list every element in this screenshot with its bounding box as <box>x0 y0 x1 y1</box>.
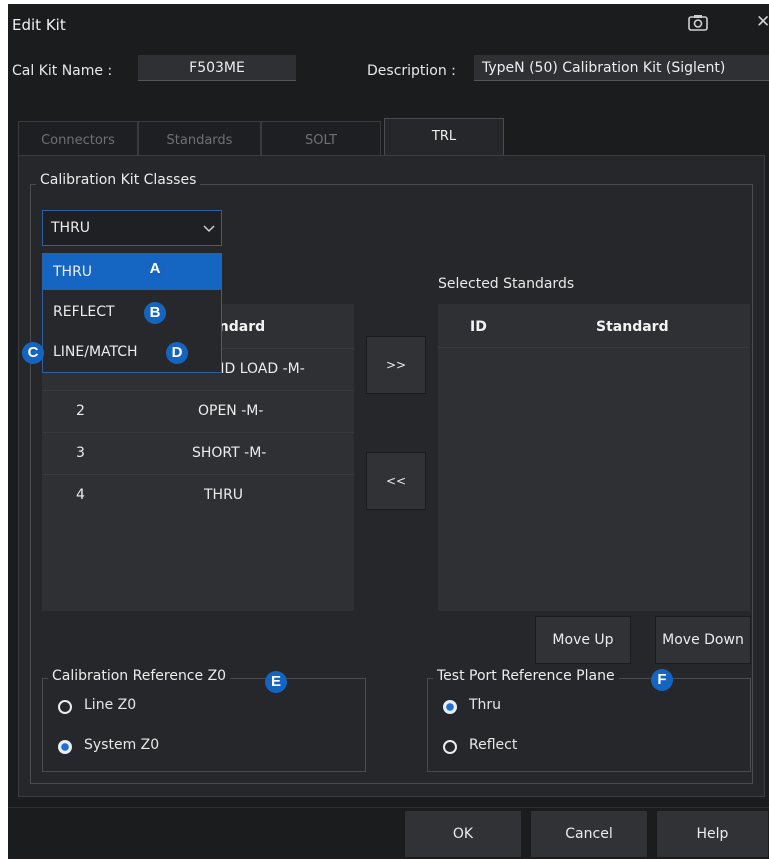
reflect-label: Reflect <box>469 737 518 753</box>
window-title: Edit Kit <box>12 16 66 34</box>
tab-standards[interactable]: Standards <box>138 121 261 155</box>
row-id: 4 <box>76 487 85 503</box>
description-field[interactable]: TypeN (50) Calibration Kit (Siglent) <box>474 55 769 81</box>
class-dropdown-value: THRU <box>51 220 91 236</box>
selected-standards-label: Selected Standards <box>438 276 575 292</box>
help-button[interactable]: Help <box>656 810 769 858</box>
calibration-kit-classes-label: Calibration Kit Classes <box>36 172 201 188</box>
menu-item-thru[interactable]: THRU <box>43 254 221 290</box>
ok-button[interactable]: OK <box>404 810 522 858</box>
test-port-reference-plane-label: Test Port Reference Plane <box>433 668 619 684</box>
thru-radio[interactable] <box>443 700 457 714</box>
row-id: 3 <box>76 445 85 461</box>
camera-icon[interactable] <box>688 14 708 31</box>
line-z0-radio[interactable] <box>58 700 72 714</box>
thru-label: Thru <box>469 697 502 713</box>
table-row[interactable]: 4 THRU <box>42 474 354 516</box>
move-down-button[interactable]: Move Down <box>655 616 751 664</box>
system-z0-radio[interactable] <box>58 740 72 754</box>
remove-standard-button[interactable]: << <box>366 452 426 510</box>
annotation-badge-c: C <box>22 342 44 364</box>
cancel-button[interactable]: Cancel <box>530 810 648 858</box>
close-icon[interactable]: ✕ <box>756 12 769 32</box>
tab-solt[interactable]: SOLT <box>261 121 381 155</box>
row-standard: OPEN -M- <box>198 403 264 419</box>
annotation-badge-a: A <box>144 258 166 280</box>
test-port-reference-plane-group <box>427 678 751 772</box>
annotation-badge-d: D <box>166 342 188 364</box>
selected-id-column-header: ID <box>470 319 487 335</box>
annotation-badge-e: E <box>265 671 287 693</box>
row-standard: THRU <box>204 487 244 503</box>
annotation-badge-f: F <box>651 669 673 691</box>
chevron-down-icon <box>203 225 215 233</box>
table-row[interactable]: 3 SHORT -M- <box>42 432 354 474</box>
row-standard: ND LOAD -M- <box>214 361 305 377</box>
class-dropdown[interactable]: THRU <box>42 210 222 246</box>
system-z0-label: System Z0 <box>84 737 160 753</box>
description-label: Description : <box>367 63 456 79</box>
selected-standard-column-header: Standard <box>596 319 669 335</box>
tab-trl[interactable]: TRL <box>384 118 504 156</box>
line-z0-label: Line Z0 <box>84 697 137 713</box>
class-dropdown-menu: THRU REFLECT LINE/MATCH <box>42 253 222 373</box>
dialog-footer <box>8 807 769 859</box>
edit-kit-window: Edit Kit ✕ Cal Kit Name : F503ME Descrip… <box>8 4 769 859</box>
row-id: 2 <box>76 403 85 419</box>
row-standard: SHORT -M- <box>192 445 267 461</box>
cal-kit-name-field[interactable]: F503ME <box>138 55 296 81</box>
calibration-reference-z0-label: Calibration Reference Z0 <box>48 668 231 684</box>
reflect-radio[interactable] <box>443 740 457 754</box>
table-row[interactable]: 2 OPEN -M- <box>42 390 354 432</box>
menu-item-line-match[interactable]: LINE/MATCH <box>43 334 221 370</box>
cal-kit-name-label: Cal Kit Name : <box>12 63 113 79</box>
menu-item-reflect[interactable]: REFLECT <box>43 294 221 330</box>
move-up-button[interactable]: Move Up <box>535 616 631 664</box>
calibration-reference-z0-group <box>42 678 366 772</box>
annotation-badge-b: B <box>144 302 166 324</box>
add-standard-button[interactable]: >> <box>366 336 426 394</box>
selected-standards-table <box>438 304 750 611</box>
tab-connectors[interactable]: Connectors <box>18 121 138 155</box>
